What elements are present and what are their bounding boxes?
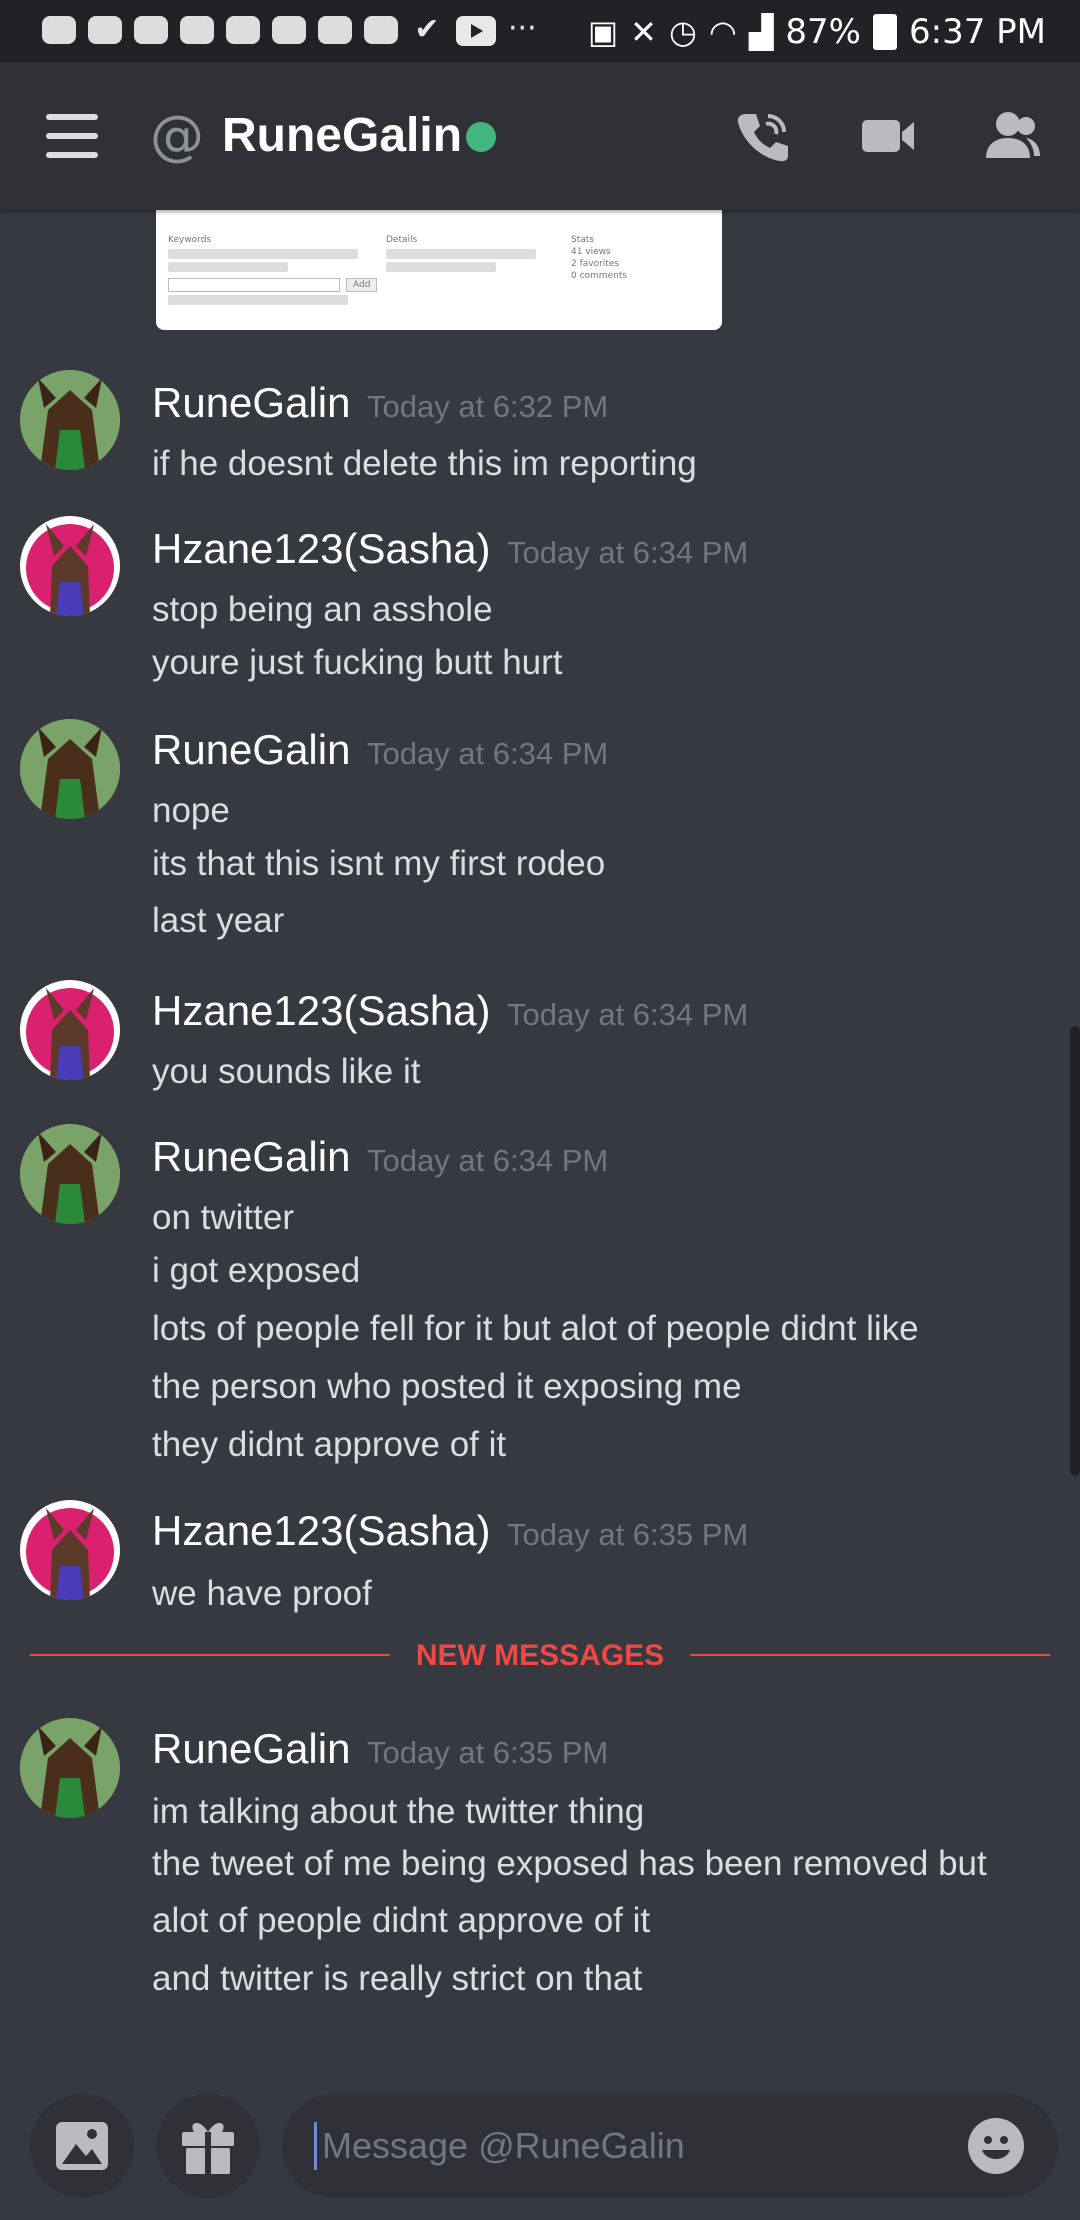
message-line: im talking about the twitter thing xyxy=(152,1792,645,1831)
embed-stats-column: Stats 41 views 2 favorites 0 comments xyxy=(571,234,711,282)
message-line: the person who posted it exposing me xyxy=(152,1367,742,1406)
avatar[interactable] xyxy=(20,1124,120,1224)
discord-notification-icon xyxy=(272,16,306,44)
menu-icon[interactable] xyxy=(46,114,98,158)
discord-notification-icon xyxy=(42,16,76,44)
discord-notification-icon xyxy=(134,16,168,44)
message-timestamp: Today at 6:34 PM xyxy=(367,1143,609,1178)
message-author[interactable]: Hzane123(Sasha) xyxy=(152,1506,491,1556)
composer-bar: Message @RuneGalin xyxy=(0,2070,1080,2220)
check-icon: ✔ xyxy=(414,12,440,47)
embed-stat: 41 views xyxy=(571,247,611,257)
image-attachment[interactable]: Keywords Add Details Stats 41 views 2 fa… xyxy=(156,208,722,330)
embed-stat: 2 favorites xyxy=(571,259,620,269)
cast-icon: ▣ xyxy=(587,13,619,51)
gift-icon xyxy=(182,2122,234,2174)
gift-button[interactable] xyxy=(156,2094,260,2198)
text-cursor xyxy=(314,2122,317,2170)
message-timestamp: Today at 6:34 PM xyxy=(367,736,609,771)
message-line: if he doesnt delete this im reporting xyxy=(152,444,697,483)
message-author[interactable]: Hzane123(Sasha) xyxy=(152,524,491,574)
channel-title: RuneGalin xyxy=(222,109,463,162)
message-line: last year xyxy=(152,901,285,940)
message-line: youre just fucking butt hurt xyxy=(152,643,563,682)
message-timestamp: Today at 6:34 PM xyxy=(507,535,749,570)
at-icon: @ xyxy=(150,104,204,167)
message-author[interactable]: RuneGalin xyxy=(152,378,350,428)
notification-icons: ✔ ··· xyxy=(42,11,537,47)
message-line: they didnt approve of it xyxy=(152,1425,507,1464)
new-messages-label: NEW MESSAGES xyxy=(390,1636,690,1676)
wifi-icon: ◠ xyxy=(708,13,737,51)
scrollbar[interactable] xyxy=(1070,1026,1080,1476)
online-status-icon xyxy=(466,122,496,152)
signal-icon: ▟ xyxy=(748,13,774,51)
system-status: ▣ ✕ ◷ ◠ ▟ 87% 6:37 PM xyxy=(588,12,1046,52)
embed-stat: 0 comments xyxy=(571,271,628,281)
embed-keywords-column: Keywords Add xyxy=(168,234,378,308)
message-author[interactable]: RuneGalin xyxy=(152,725,350,775)
message-line: nope xyxy=(152,791,230,830)
message-line: you sounds like it xyxy=(152,1052,421,1091)
embed-details-column: Details xyxy=(386,234,556,275)
embed-stats-title: Stats xyxy=(571,235,594,245)
message-line: alot of people didnt approve of it xyxy=(152,1901,651,1940)
embed-add-button: Add xyxy=(346,278,378,292)
message-line: stop being an asshole xyxy=(152,590,493,629)
message-author[interactable]: RuneGalin xyxy=(152,1724,350,1774)
youtube-icon xyxy=(456,16,496,46)
clock: 6:37 PM xyxy=(909,12,1046,52)
mute-icon: ✕ xyxy=(630,13,657,51)
message-timestamp: Today at 6:35 PM xyxy=(367,1735,609,1770)
discord-notification-icon xyxy=(318,16,352,44)
image-icon xyxy=(56,2122,108,2170)
battery-percent: 87% xyxy=(785,12,861,52)
message-timestamp: Today at 6:35 PM xyxy=(507,1517,749,1552)
discord-notification-icon xyxy=(88,16,122,44)
message-line: and twitter is really strict on that xyxy=(152,1959,643,1998)
alarm-icon: ◷ xyxy=(668,13,697,51)
avatar[interactable] xyxy=(20,980,120,1080)
message-line: the tweet of me being exposed has been r… xyxy=(152,1844,987,1883)
discord-notification-icon xyxy=(364,16,398,44)
message-timestamp: Today at 6:34 PM xyxy=(507,997,749,1032)
message-line: i got exposed xyxy=(152,1251,361,1290)
member-list-icon[interactable] xyxy=(982,106,1042,166)
avatar[interactable] xyxy=(20,516,120,616)
battery-icon xyxy=(873,14,897,50)
message-line: lots of people fell for it but alot of p… xyxy=(152,1309,919,1348)
message-line: on twitter xyxy=(152,1198,294,1237)
message-author[interactable]: RuneGalin xyxy=(152,1132,350,1182)
message-author[interactable]: Hzane123(Sasha) xyxy=(152,986,491,1036)
emoji-icon[interactable] xyxy=(968,2118,1024,2174)
channel-header: @ RuneGalin xyxy=(0,62,1080,210)
avatar[interactable] xyxy=(20,1718,120,1818)
status-bar: ✔ ··· ▣ ✕ ◷ ◠ ▟ 87% 6:37 PM xyxy=(0,0,1080,62)
message-line: its that this isnt my first rodeo xyxy=(152,844,606,883)
message-timestamp: Today at 6:32 PM xyxy=(367,389,609,424)
avatar[interactable] xyxy=(20,1500,120,1600)
discord-notification-icon xyxy=(226,16,260,44)
video-call-icon[interactable] xyxy=(858,106,918,166)
message-input[interactable]: Message @RuneGalin xyxy=(282,2094,1058,2198)
attach-image-button[interactable] xyxy=(30,2094,134,2198)
embed-details-title: Details xyxy=(386,235,418,245)
avatar[interactable] xyxy=(20,719,120,819)
message-input-placeholder: Message @RuneGalin xyxy=(322,2125,685,2166)
more-notifications-icon: ··· xyxy=(508,11,537,46)
voice-call-icon[interactable] xyxy=(732,106,792,166)
avatar[interactable] xyxy=(20,370,120,470)
embed-keywords-title: Keywords xyxy=(168,235,212,245)
message-line: we have proof xyxy=(152,1574,372,1613)
discord-notification-icon xyxy=(180,16,214,44)
